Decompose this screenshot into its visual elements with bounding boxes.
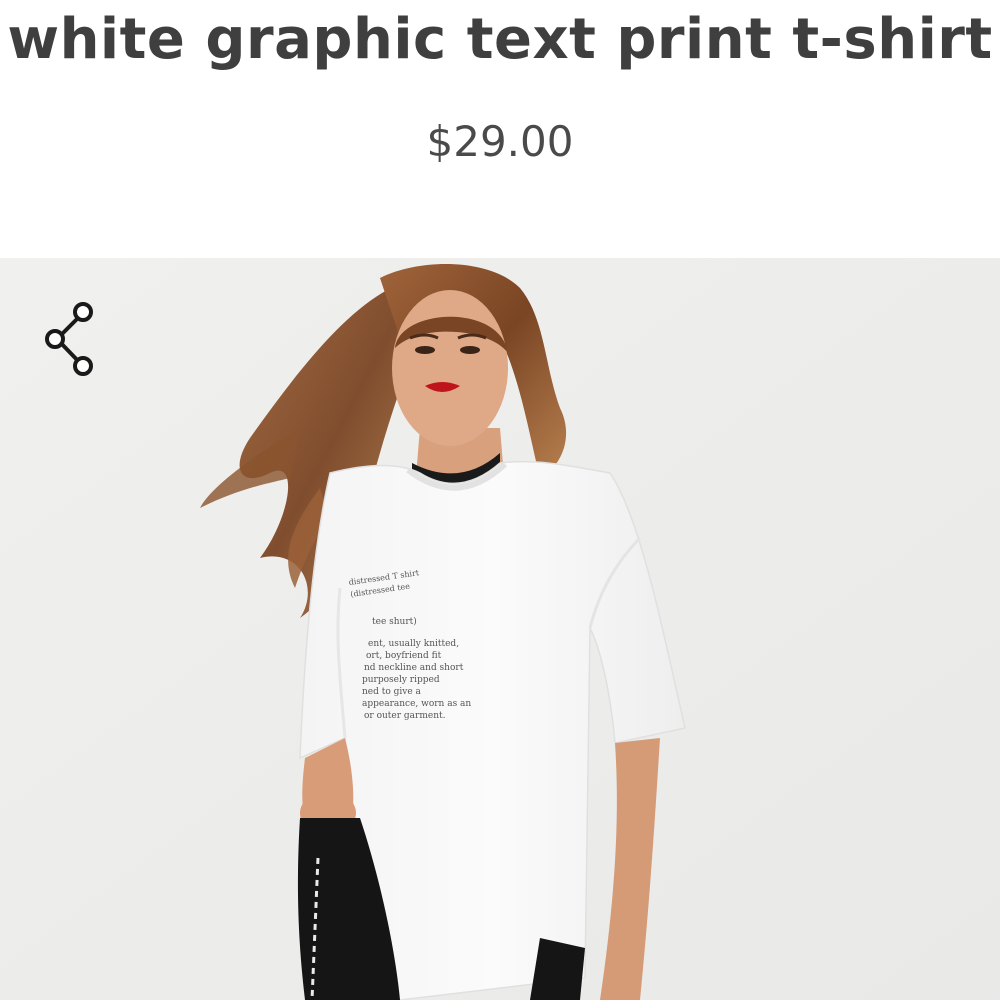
share-button[interactable] — [36, 296, 106, 382]
print-line-7: purposely ripped — [362, 675, 440, 685]
product-page: white graphic text print t-shirt $29.00 — [0, 0, 1000, 1000]
print-line-10: or outer garment. — [364, 711, 446, 721]
print-line-5: ort, boyfriend fit — [366, 651, 442, 661]
model-illustration: distressed T shirt (distressed tee tee s… — [0, 258, 1000, 1000]
print-line-8: ned to give a — [362, 687, 422, 697]
product-title: white graphic text print t-shirt — [7, 7, 993, 72]
product-photo[interactable]: distressed T shirt (distressed tee tee s… — [0, 258, 1000, 1000]
print-line-9: appearance, worn as an — [362, 699, 471, 709]
product-price: $29.00 — [426, 117, 574, 166]
print-line-3: tee shurt) — [372, 616, 417, 627]
print-line-6: nd neckline and short — [364, 663, 464, 673]
print-line-4: ent, usually knitted, — [368, 639, 459, 649]
face — [392, 290, 508, 446]
share-icon — [45, 302, 93, 376]
product-header: white graphic text print t-shirt $29.00 — [0, 0, 1000, 258]
